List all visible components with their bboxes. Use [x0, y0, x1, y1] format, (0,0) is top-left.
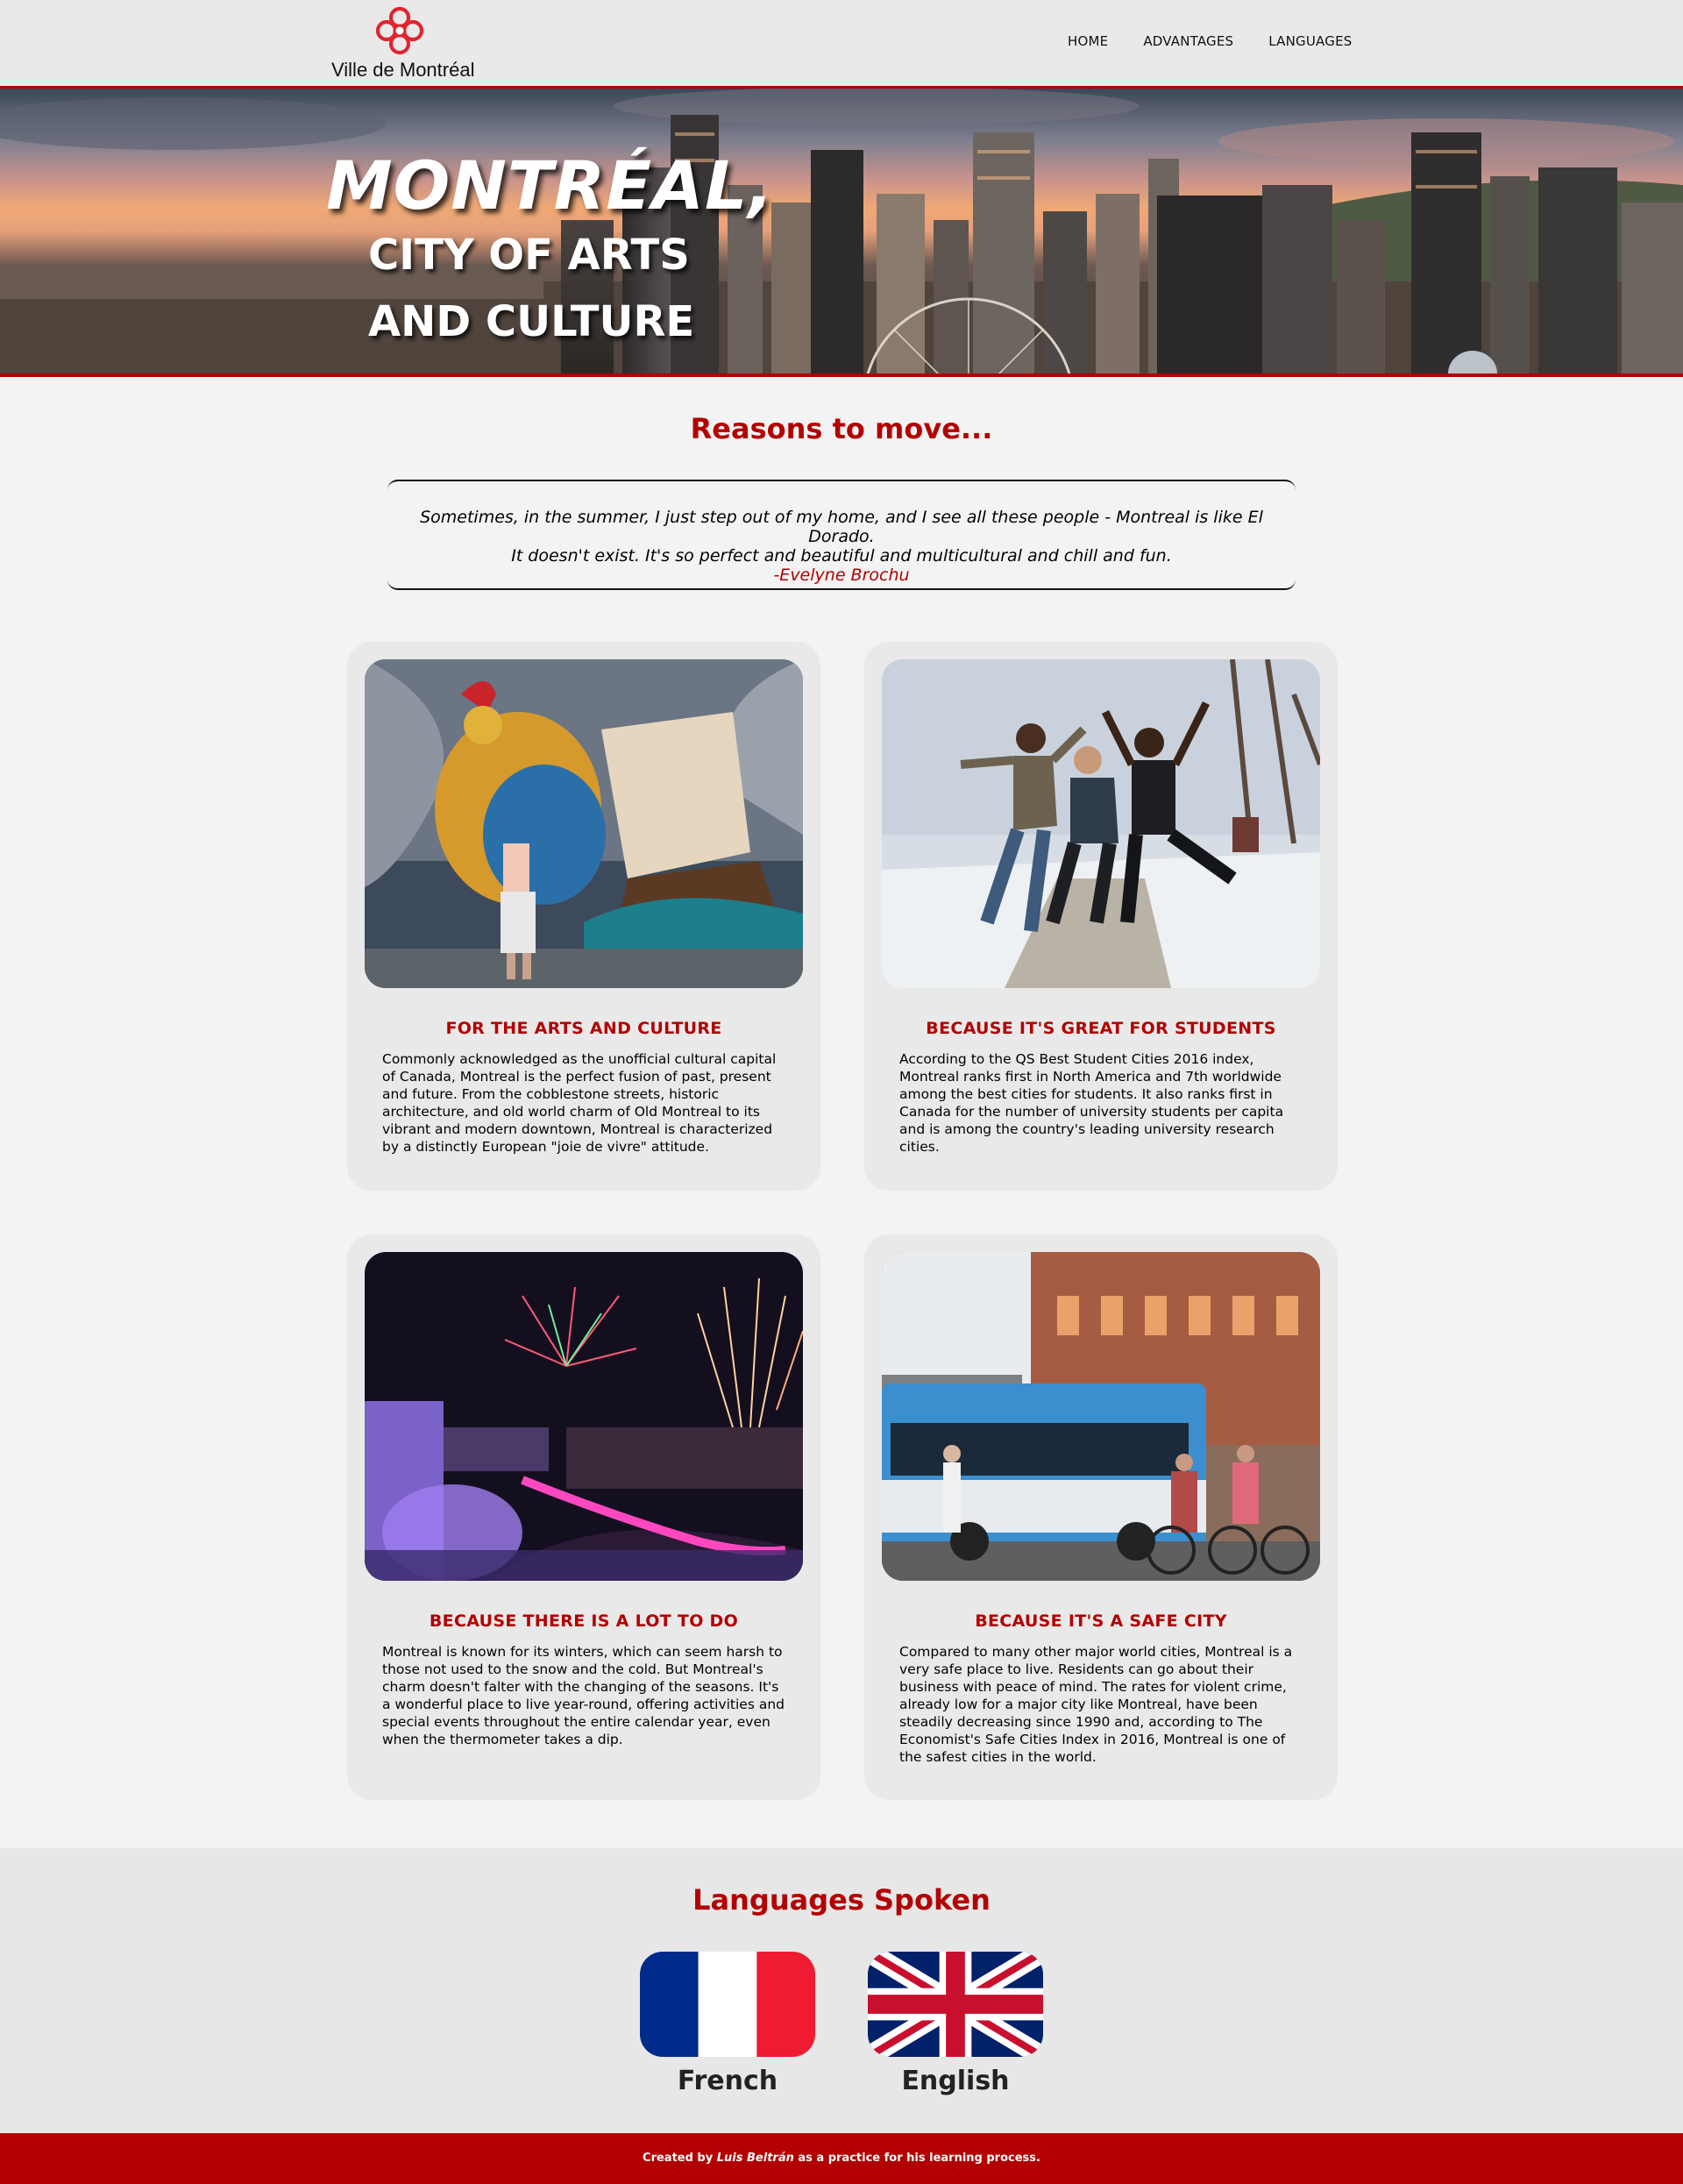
logo-text: Ville de Montréal: [331, 59, 475, 81]
quote-author: -Evelyne Brochu: [773, 566, 910, 585]
hero-subtitle-line2: AND CULTURE: [368, 297, 695, 346]
main-nav: HOME ADVANTAGES LANGUAGES: [1068, 33, 1387, 49]
hero-subtitle: CITY OF ARTS AND CULTURE: [368, 222, 694, 355]
card-students: BECAUSE IT'S GREAT FOR STUDENTS Accordin…: [864, 642, 1338, 1191]
students-jumping-image: [882, 659, 1320, 988]
hero-title: MONTRÉAL,: [326, 146, 775, 224]
nav-home[interactable]: HOME: [1068, 33, 1108, 49]
card-text: Commonly acknowledged as the unofficial …: [382, 1051, 777, 1155]
reasons-title: Reasons to move...: [690, 412, 993, 445]
footer-author: Luis Beltrán: [716, 2152, 794, 2165]
uk-flag-icon: [868, 1952, 1043, 2057]
card-title: FOR THE ARTS AND CULTURE: [445, 1019, 722, 1038]
logo[interactable]: Ville de Montréal: [331, 5, 475, 81]
site-header: Ville de Montréal HOME ADVANTAGES LANGUA…: [0, 0, 1683, 89]
footer-prefix: Created by: [643, 2152, 717, 2165]
card-title: BECAUSE IT'S A SAFE CITY: [975, 1611, 1227, 1631]
festival-fireworks-image: [365, 1252, 803, 1581]
card-text: Montreal is known for its winters, which…: [382, 1644, 785, 1747]
street-art-mural-image: [365, 659, 803, 988]
language-label-english: English: [901, 2066, 1010, 2096]
hero-banner: MONTRÉAL, CITY OF ARTS AND CULTURE: [0, 89, 1683, 377]
nav-languages[interactable]: LANGUAGES: [1268, 33, 1352, 49]
card-title: BECAUSE IT'S GREAT FOR STUDENTS: [926, 1019, 1276, 1038]
skyline-image: [0, 89, 1683, 373]
quote-box: Sometimes, in the summer, I just step ou…: [387, 480, 1296, 590]
quote-line-1: Sometimes, in the summer, I just step ou…: [420, 508, 1263, 546]
city-street-image: [882, 1252, 1320, 1581]
card-title: BECAUSE THERE IS A LOT TO DO: [429, 1611, 739, 1631]
languages-title: Languages Spoken: [692, 1883, 991, 1917]
site-footer: Created by Luis Beltrán as a practice fo…: [0, 2133, 1683, 2184]
quote-line-2: It doesn't exist. It's so perfect and be…: [511, 546, 1172, 566]
hero-subtitle-line1: CITY OF ARTS: [368, 231, 690, 280]
france-flag-icon: [640, 1952, 815, 2057]
nav-advantages[interactable]: ADVANTAGES: [1143, 33, 1233, 49]
footer-suffix: as a practice for his learning process.: [793, 2152, 1040, 2165]
card-text: Compared to many other major world citie…: [899, 1644, 1293, 1765]
card-arts-culture: FOR THE ARTS AND CULTURE Commonly acknow…: [347, 642, 820, 1191]
language-label-french: French: [677, 2066, 778, 2096]
rosette-icon: [375, 6, 424, 55]
card-things-to-do: BECAUSE THERE IS A LOT TO DO Montreal is…: [347, 1234, 820, 1800]
languages-section: Languages Spoken French English: [0, 1848, 1683, 2133]
card-text: According to the QS Best Student Cities …: [899, 1051, 1284, 1155]
card-safe-city: BECAUSE IT'S A SAFE CITY Compared to man…: [864, 1234, 1338, 1800]
